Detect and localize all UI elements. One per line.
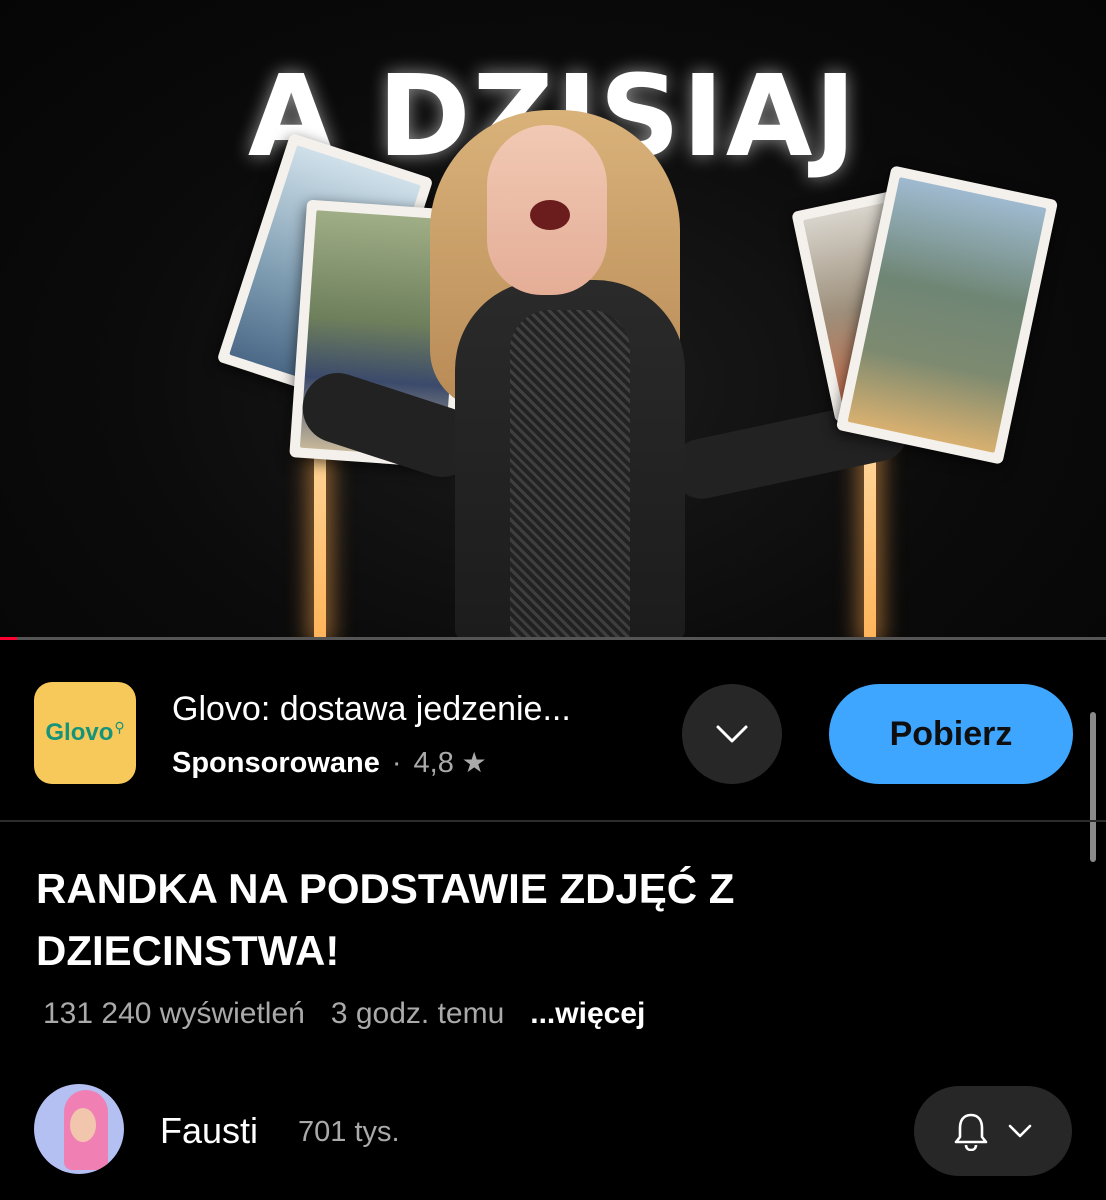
ad-expand-button[interactable]	[682, 684, 782, 784]
video-meta[interactable]: 131 240 wyświetleń 3 godz. temu ...więcej	[43, 997, 671, 1031]
scrollbar[interactable]	[1090, 712, 1096, 862]
upload-age: 3 godz. temu	[330, 997, 505, 1030]
glovo-logo-text: Glovo	[45, 719, 114, 746]
sponsored-label: Sponsorowane	[172, 747, 380, 779]
presenter-mouth	[530, 200, 570, 230]
star-icon: ★	[453, 747, 487, 778]
notification-bell-button[interactable]	[914, 1086, 1072, 1176]
ad-meta: Sponsorowane · 4,8 ★	[172, 746, 487, 780]
location-pin-icon: ⚲	[114, 718, 125, 735]
video-progress-fill	[0, 637, 17, 640]
chevron-down-icon	[1008, 1124, 1032, 1138]
channel-name[interactable]: Fausti	[160, 1110, 258, 1152]
video-title[interactable]: RANDKA NA PODSTAWIE ZDJĘĆ Z DZIECINSTWA!	[36, 858, 936, 982]
avatar-face	[70, 1108, 96, 1142]
divider	[0, 820, 1106, 822]
presenter-mesh-top	[510, 310, 630, 640]
chevron-down-icon	[716, 725, 748, 743]
video-progress-bar[interactable]	[0, 637, 1106, 640]
install-button[interactable]: Pobierz	[829, 684, 1073, 784]
channel-avatar[interactable]	[34, 1084, 124, 1174]
more-link[interactable]: ...więcej	[530, 997, 645, 1030]
subscriber-count: 701 tys.	[298, 1116, 400, 1148]
bell-icon	[954, 1113, 988, 1151]
glovo-logo[interactable]: Glovo ⚲	[34, 682, 136, 784]
ad-rating: 4,8	[413, 747, 454, 779]
sponsored-ad[interactable]: Glovo ⚲ Glovo: dostawa jedzenie... Spons…	[0, 660, 1106, 806]
video-player[interactable]: A DZISIAJ	[0, 0, 1106, 640]
separator-dot: ·	[391, 747, 402, 779]
ad-title[interactable]: Glovo: dostawa jedzenie...	[172, 690, 571, 729]
view-count: 131 240 wyświetleń	[43, 997, 305, 1030]
